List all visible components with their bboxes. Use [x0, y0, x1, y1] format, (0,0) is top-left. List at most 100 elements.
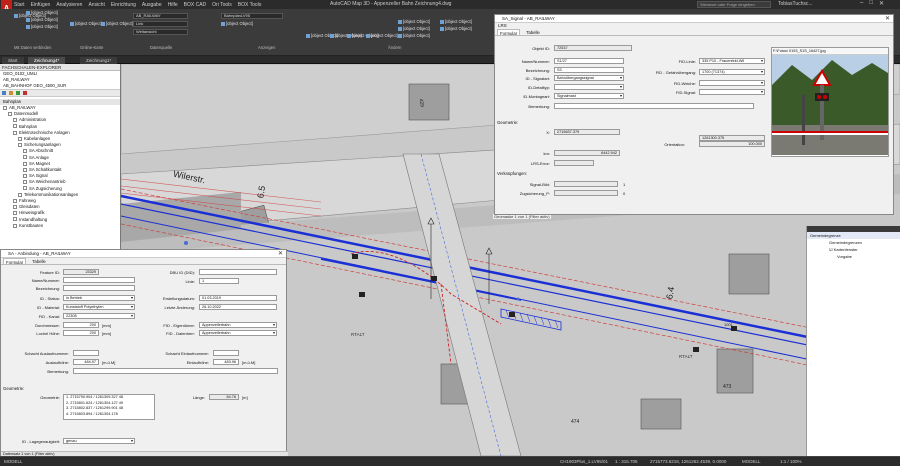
panel-item[interactable]: ☑ Kartenfenster — [807, 246, 900, 253]
tree-item[interactable]: SA Anlage — [23, 155, 49, 160]
tree-item[interactable]: Hinweisgrafik — [13, 210, 45, 215]
close-icon[interactable]: ✕ — [879, 0, 884, 7]
field-value[interactable]: 26.10.2022 — [199, 304, 277, 310]
tab-tabelle[interactable]: Tabelle — [524, 29, 542, 35]
refresh-icon[interactable] — [2, 91, 6, 95]
tree-item[interactable]: Elektrotechnische Anlagen — [13, 130, 70, 135]
grenzen-button[interactable]: [object Object] — [440, 26, 472, 31]
field-value[interactable]: S3 — [554, 67, 624, 73]
model-tab[interactable]: MODELL — [4, 459, 23, 464]
ribbon-tab-box-cad[interactable]: BOX CAD — [184, 2, 207, 8]
doc-tab-zeichnung4[interactable]: Zeichnung4* — [28, 57, 66, 64]
tree-item[interactable]: SA Magnet — [23, 161, 50, 166]
field-value[interactable] — [63, 285, 135, 291]
field-value[interactable]: 01.03.2019 — [199, 295, 277, 301]
tree-node-icon[interactable] — [18, 143, 22, 148]
scale-display[interactable]: 1 : 315.705 — [615, 459, 638, 464]
field-value[interactable] — [699, 80, 765, 86]
field-value[interactable]: Kunststoff Polyethylen — [63, 304, 135, 310]
tree-node-icon[interactable] — [23, 155, 27, 160]
datasource-select[interactable]: AB_RAILWAY — [133, 13, 188, 19]
tree-node-icon[interactable] — [23, 167, 27, 172]
field-value[interactable]: Signalmast — [554, 93, 624, 99]
field-value[interactable]: 6442.942 — [554, 150, 620, 156]
minimize-icon[interactable]: – — [860, 0, 863, 7]
photo-path[interactable]: F:\Fotos\ 0193_S1S_16427.jpg — [772, 48, 888, 55]
signal-photo[interactable] — [772, 55, 888, 155]
field-value[interactable]: S1/27 — [554, 58, 624, 64]
tree-node-icon[interactable] — [23, 180, 27, 185]
doc-tab-zeichnung1[interactable]: Zeichnung1* — [80, 57, 118, 64]
objekt-loeschen-button[interactable]: [object Object] — [398, 26, 430, 31]
tree-item[interactable]: Kunstbauten — [13, 223, 43, 228]
panel-item[interactable]: Gemeindegrenze — [807, 232, 900, 239]
view-select[interactable]: Weltansicht — [133, 29, 188, 35]
field-value[interactable]: 484.97 — [73, 359, 99, 365]
tree-item[interactable]: Telekommunikationsanlagen — [18, 192, 78, 197]
tree-item[interactable]: SA Abschnitt — [23, 148, 53, 153]
ribbon-tab-einfuegen[interactable]: Einfügen — [31, 2, 51, 8]
tree-node-icon[interactable] — [23, 174, 27, 179]
tree-node-icon[interactable] — [13, 130, 17, 135]
tree-node-icon[interactable] — [13, 118, 17, 123]
loeschen-button[interactable]: [object Object] — [398, 19, 430, 24]
field-value[interactable]: 100.000 — [699, 141, 765, 147]
tree-node-icon[interactable] — [23, 149, 27, 154]
tree-node-icon[interactable] — [23, 186, 27, 191]
maximize-icon[interactable]: □ — [869, 0, 873, 7]
verbindung-trennen-button[interactable]: [object Object] — [26, 17, 58, 22]
karte-aus-vorlage-button[interactable]: [object Object] — [70, 21, 102, 26]
field-value[interactable]: 23329 — [63, 269, 99, 275]
filter-icon[interactable] — [9, 91, 13, 95]
mit-daten-verbinden-button[interactable]: [object Object] — [26, 24, 58, 29]
field-value[interactable] — [213, 350, 239, 356]
field-value[interactable] — [554, 160, 594, 166]
panel-item[interactable]: Vorgabe — [807, 253, 900, 260]
tree-item[interactable]: Sicherungsanlagen — [18, 142, 61, 147]
tree-item[interactable]: Gleisdaten — [13, 204, 40, 209]
field-value[interactable]: 335 P10 - Frauenfeld-Wil — [699, 58, 765, 64]
doc-tab-start[interactable]: Start — [2, 57, 24, 64]
add-icon[interactable] — [16, 91, 20, 95]
ribbon-tab-hilfe[interactable]: Hilfe — [168, 2, 178, 8]
field-value[interactable] — [554, 84, 624, 90]
tree-node-icon[interactable] — [13, 211, 17, 216]
tree-node-icon[interactable] — [3, 105, 7, 110]
field-value[interactable]: 72537 — [554, 45, 632, 51]
field-value[interactable]: 1700 (71374) — [699, 69, 765, 75]
tree-item[interactable]: SA Signal — [23, 173, 48, 178]
field-value[interactable]: 200 — [63, 330, 99, 336]
close-icon[interactable]: ✕ — [885, 15, 890, 23]
coordinate-list[interactable]: 1. 2715790.904 / 1261309.327 48 2. 271580… — [63, 394, 155, 420]
tree-node-icon[interactable] — [13, 223, 17, 228]
tree-node-icon[interactable] — [13, 124, 17, 129]
ribbon-tab-ori-tools[interactable]: Ori Tools — [212, 2, 232, 8]
field-value[interactable] — [199, 269, 277, 275]
tree-item[interactable]: SA Schaltkontakt — [23, 167, 62, 172]
tree-item[interactable]: Fahrweg — [13, 198, 36, 203]
tree-item[interactable]: Administration — [13, 117, 46, 122]
tree-node-icon[interactable] — [13, 198, 17, 203]
field-value[interactable] — [699, 89, 765, 95]
field-value[interactable] — [554, 181, 618, 187]
tab-formular[interactable]: Formular — [497, 29, 521, 36]
field-value[interactable]: genau — [63, 438, 135, 444]
tree-node-icon[interactable] — [23, 161, 27, 166]
remove-icon[interactable] — [23, 91, 27, 95]
ribbon-tab-einrichtung[interactable]: Einrichtung — [111, 2, 136, 8]
label-erstellen-button[interactable]: [object Object] — [398, 33, 430, 38]
length-value[interactable]: 64.76 — [209, 394, 239, 400]
tree-node-icon[interactable] — [13, 217, 17, 222]
tree-item[interactable]: SA Weichenantrieb — [23, 179, 65, 184]
field-value[interactable]: Bahnübergangssignal — [554, 75, 624, 81]
tree-item[interactable]: Instandhaltung — [13, 217, 47, 222]
field-value[interactable]: 1 — [199, 278, 239, 284]
annotation-scale[interactable]: 1:1 / 100% — [780, 459, 802, 464]
field-value[interactable] — [63, 277, 135, 283]
panel-item[interactable]: Gemeindegrenzen — [807, 239, 900, 246]
sa-layer-button[interactable]: [object Object] — [221, 21, 253, 26]
field-value[interactable]: 200 — [63, 322, 99, 328]
tree-item[interactable]: Kabelanlagen — [18, 136, 50, 141]
ribbon-tab-start[interactable]: Start — [14, 2, 25, 8]
field-value[interactable]: Appenzellerbahn — [199, 330, 277, 336]
